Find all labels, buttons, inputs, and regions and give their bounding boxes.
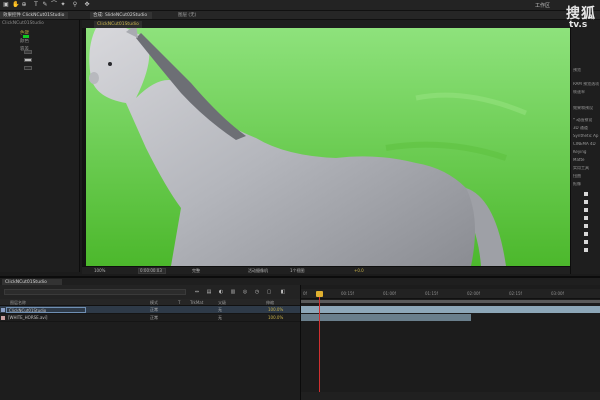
brush-tool-icon[interactable]: ⌒ [51,2,57,8]
workspace-label[interactable]: 工作区 [535,2,550,9]
panel-header-bar: 项目 效果控件 ClickNCut01Studio 合成: SlideNCut0… [0,11,600,20]
right-side-panel: 预览 RAM 预览选项 帧速率 效果和预设 * 动画预设 3D 通道 Synth… [570,20,600,274]
ruler-tick: 0f [303,291,307,296]
current-timecode[interactable]: 0:00:00:03 [140,268,162,274]
timeline-graph[interactable]: 0f 00:15f 01:00f 01:15f 02:00f 02:15f 03… [300,285,600,400]
effect-controls-title: ClickNCut01Studio [2,21,44,26]
composition-viewer[interactable] [82,28,570,266]
edge-value[interactable] [24,58,32,62]
pen-tool-icon[interactable]: ✎ [42,2,48,8]
hide-shy-icon[interactable]: ◐ [218,289,224,295]
puppet-tool-icon[interactable]: ⚲ [72,2,78,8]
layer-stretch[interactable]: 100.0% [268,315,283,321]
views-select[interactable]: 1个视图 [290,268,305,274]
layer-row[interactable]: ClickNCut01Studio 正常 无 100.0% [0,306,300,314]
ruler-tick: 01:00f [383,291,396,296]
preset-checkbox-1[interactable] [584,192,588,196]
viewer-footer-bar: 100% 0:00:00:03 完整 活动摄像机 1个视图 +0.0 [82,266,570,274]
preset-checkbox-5[interactable] [584,224,588,228]
watermark-logo-sub: tv.s [569,20,588,30]
layer-label-color[interactable] [1,316,5,320]
selection-tool-icon[interactable]: ▣ [3,2,9,8]
ruler-tick: 02:00f [467,291,480,296]
work-area-bar[interactable] [301,300,600,303]
rotate-tool-icon[interactable]: ✥ [84,2,90,8]
ruler-tick: 00:15f [341,291,354,296]
preset-item-3d[interactable]: 3D 通道 [573,126,599,130]
layer-parent[interactable]: 无 [218,315,222,321]
timeline-search-input[interactable] [4,289,186,295]
tab-effect-controls[interactable]: 效果控件 ClickNCut01Studio [0,12,68,19]
timeline-tab-bar: ClickNCut01Studio [0,276,600,286]
tolerance-value[interactable] [24,50,32,54]
frame-blending-icon[interactable]: ▥ [230,289,236,295]
preset-checkbox-8[interactable] [584,248,588,252]
comp-active-tab[interactable]: ClickNCut01Studio [94,21,142,28]
layer-parent[interactable]: 无 [218,307,222,313]
brainstorm-icon[interactable]: ▢ [266,289,272,295]
preset-checkbox-3[interactable] [584,208,588,212]
ram-preview-options[interactable]: RAM 预览选项 [573,82,599,86]
tools-toolbar: ▣ ✋ ⊕ T ✎ ⌒ ✦ ⚲ ✥ 工作区 [0,0,600,11]
feather-value[interactable] [24,66,32,70]
preset-item-distort[interactable]: 扭曲 [573,174,599,178]
current-time-handle[interactable] [316,291,323,297]
type-tool-icon[interactable]: T [33,2,39,8]
comp-viewer-tabs: ClickNCut01Studio [82,20,570,28]
preset-item-utility[interactable]: 实用工具 [573,166,599,170]
layer-column-headers: 图层名称 模式 T TrkMat 父级 伸缩 [0,299,300,306]
ruler-tick: 01:15f [425,291,438,296]
preset-item-animation[interactable]: * 动画预设 [573,118,599,122]
graph-editor-icon[interactable]: ◷ [254,289,260,295]
frame-rate-label: 帧速率 [573,90,585,94]
layer-name[interactable]: ClickNCut01Studio [6,307,86,313]
tab-composition[interactable]: 合成: SlideNCut02Studio [90,12,152,19]
timeline-zoom-bar[interactable] [301,392,600,400]
layer-stretch[interactable]: 100.0% [268,307,283,313]
header-trkmat: TrkMat [190,300,204,305]
ruler-tick: 02:15f [509,291,522,296]
layer-mode[interactable]: 正常 [150,315,158,321]
preset-checkbox-6[interactable] [584,232,588,236]
preset-item-keying-cn[interactable]: 抠像 [573,182,599,186]
white-horse-image [86,28,570,266]
ruler-tick: 03:00f [551,291,564,296]
live-update-icon[interactable]: ◧ [280,289,286,295]
current-time-indicator[interactable] [319,293,320,400]
tab-layer[interactable]: 图层 (无) [175,12,215,19]
key-color-swatch[interactable] [22,34,30,39]
camera-select[interactable]: 活动摄像机 [248,268,268,274]
zoom-level[interactable]: 100% [94,268,105,274]
preset-item-synthetic[interactable]: Synthetic Ap [573,134,599,138]
layer-name[interactable]: [WHITE_HORSE.avi] [6,315,86,321]
effects-presets-title[interactable]: 效果和预设 [573,106,599,110]
draft-3d-icon[interactable]: ▤ [206,289,212,295]
preset-checkbox-2[interactable] [584,200,588,204]
preset-item-cinema4d[interactable]: CINEMA 4D [573,142,599,146]
preset-checkbox-4[interactable] [584,216,588,220]
resolution-select[interactable]: 完整 [192,268,200,274]
zoom-tool-icon[interactable]: ⊕ [21,2,27,8]
layer-list: ClickNCut01Studio 正常 无 100.0% [WHITE_HOR… [0,306,300,400]
comp-flowchart-icon[interactable]: ⇔ [194,289,200,295]
layer-mode[interactable]: 正常 [150,307,158,313]
time-ruler[interactable]: 0f 00:15f 01:00f 01:15f 02:00f 02:15f 03… [301,289,600,299]
layer-duration-bar[interactable] [301,314,471,321]
preset-item-matte[interactable]: Matte [573,158,599,162]
footage-frame [86,28,570,266]
stamp-tool-icon[interactable]: ✦ [60,2,66,8]
preset-item-keying[interactable]: Keying [573,150,599,154]
layer-label-color[interactable] [1,308,5,312]
hand-tool-icon[interactable]: ✋ [12,2,19,8]
header-t: T [178,300,181,305]
motion-blur-icon[interactable]: ◎ [242,289,248,295]
preset-checkbox-7[interactable] [584,240,588,244]
layer-row[interactable]: [WHITE_HORSE.avi] 正常 无 100.0% [0,314,300,322]
layer-duration-bar[interactable] [301,306,600,313]
effect-controls-panel: ClickNCut01Studio 色键 颜色 容差 [0,20,80,272]
exposure-value[interactable]: +0.0 [354,268,364,274]
preview-panel-title[interactable]: 预览 [573,68,599,72]
